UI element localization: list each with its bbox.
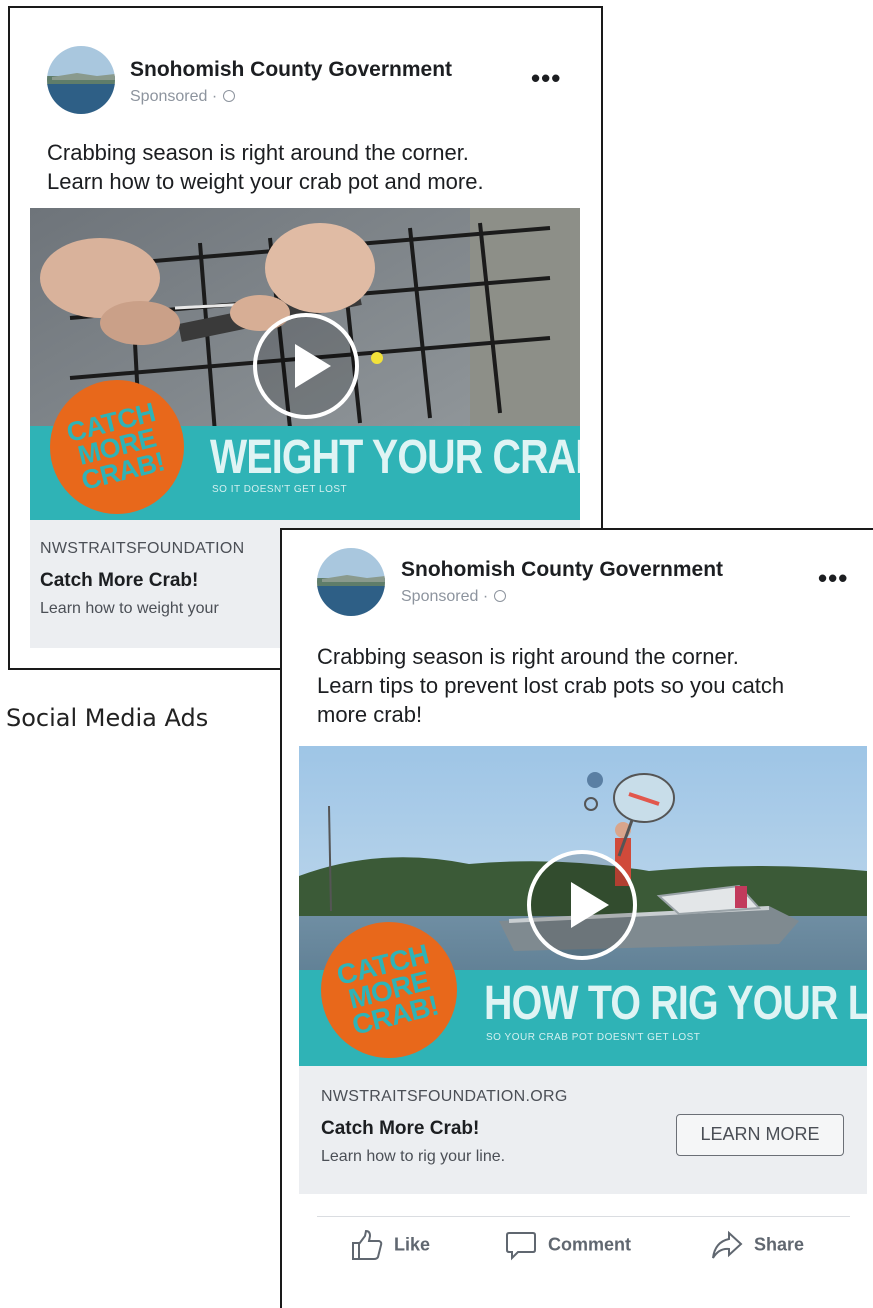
- banner-subtitle: SO YOUR CRAB POT DOESN'T GET LOST: [486, 1032, 701, 1043]
- share-button[interactable]: Share: [710, 1228, 804, 1262]
- catch-more-crab-badge: CATCH MORE CRAB!: [321, 922, 457, 1058]
- globe-icon: [223, 90, 236, 102]
- more-options-icon[interactable]: •••: [818, 565, 848, 591]
- share-icon: [712, 1230, 743, 1259]
- like-button[interactable]: Like: [350, 1228, 430, 1262]
- catch-more-crab-badge: CATCH MORE CRAB!: [50, 380, 184, 514]
- like-icon: [352, 1229, 383, 1260]
- globe-icon: [494, 590, 507, 602]
- page-name[interactable]: Snohomish County Government: [401, 558, 723, 582]
- link-preview[interactable]: NWSTRAITSFOUNDATION.ORG Catch More Crab!…: [299, 1066, 867, 1194]
- play-icon: [295, 344, 331, 388]
- video-thumbnail[interactable]: HOW TO RIG YOUR LINE SO YOUR CRAB POT DO…: [299, 746, 867, 1066]
- sponsored-label: Sponsored ·: [401, 588, 507, 606]
- link-domain: NWSTRAITSFOUNDATION: [40, 540, 245, 557]
- link-headline[interactable]: Catch More Crab!: [321, 1118, 479, 1140]
- page-avatar[interactable]: [317, 548, 385, 616]
- page-avatar[interactable]: [47, 46, 115, 114]
- more-options-icon[interactable]: •••: [531, 65, 561, 91]
- banner-title: WEIGHT YOUR CRAB POT: [210, 431, 580, 484]
- banner-title: HOW TO RIG YOUR LINE: [484, 977, 867, 1030]
- link-description: Learn how to weight your: [40, 600, 219, 617]
- caption: Social Media Ads: [6, 704, 209, 732]
- comment-button[interactable]: Comment: [504, 1228, 631, 1262]
- sponsored-label: Sponsored ·: [130, 88, 236, 106]
- link-headline[interactable]: Catch More Crab!: [40, 570, 198, 592]
- action-divider: [317, 1216, 850, 1217]
- link-domain: NWSTRAITSFOUNDATION.ORG: [321, 1088, 568, 1105]
- facebook-ad-card-rig-line: Snohomish County Government Sponsored · …: [280, 528, 873, 1308]
- play-icon: [571, 882, 609, 928]
- play-button[interactable]: [527, 850, 637, 960]
- post-text: Crabbing season is right around the corn…: [47, 140, 484, 194]
- comment-icon: [506, 1232, 536, 1261]
- page-name[interactable]: Snohomish County Government: [130, 58, 452, 82]
- learn-more-button[interactable]: LEARN MORE: [676, 1114, 844, 1156]
- link-description: Learn how to rig your line.: [321, 1148, 506, 1165]
- banner-subtitle: SO IT DOESN'T GET LOST: [212, 484, 348, 495]
- post-text: Crabbing season is right around the corn…: [317, 644, 785, 727]
- play-button[interactable]: [253, 313, 359, 419]
- video-thumbnail[interactable]: WEIGHT YOUR CRAB POT SO IT DOESN'T GET L…: [30, 208, 580, 520]
